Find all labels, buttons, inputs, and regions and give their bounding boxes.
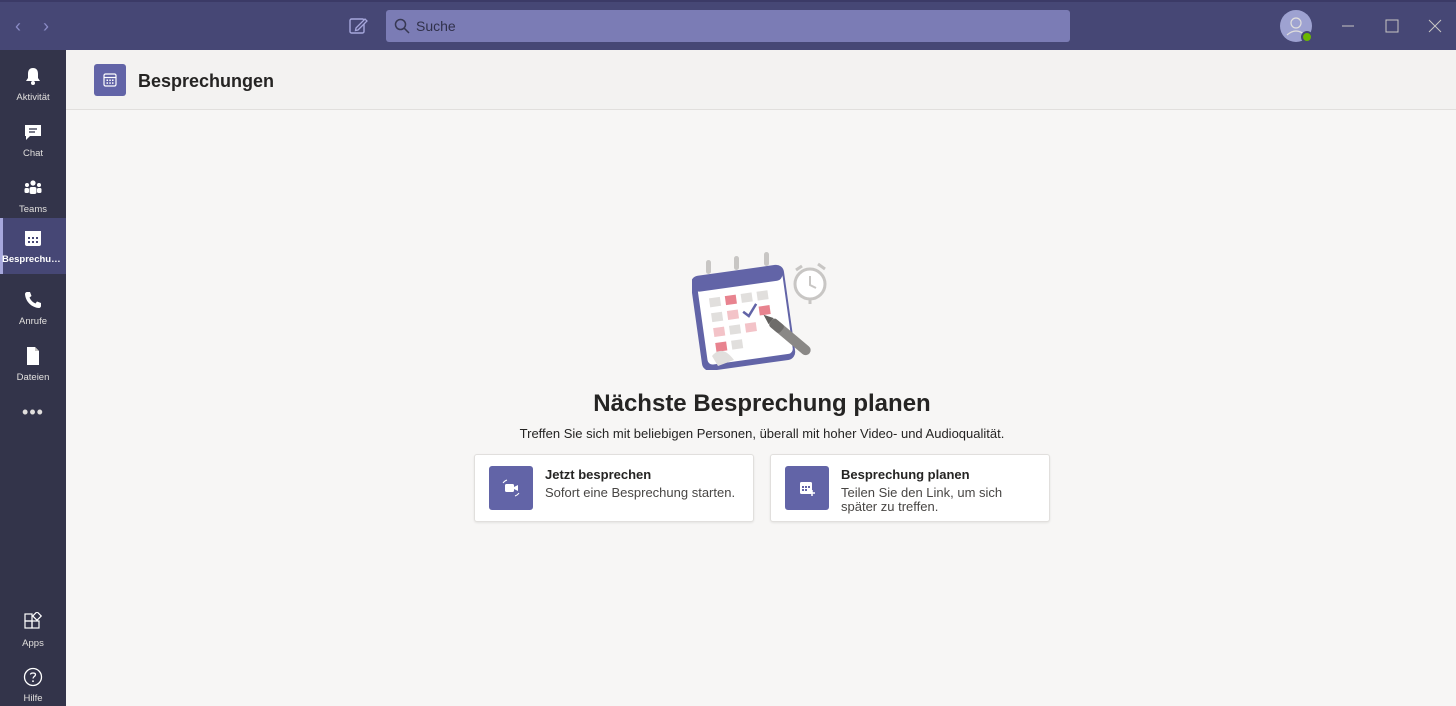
file-icon <box>27 347 39 365</box>
calendar-add-icon <box>785 466 829 510</box>
search-bar[interactable]: Suche <box>386 10 1070 42</box>
rail-item-apps[interactable]: Apps <box>0 602 66 658</box>
card-description: Sofort eine Besprechung starten. <box>545 485 736 500</box>
apps-icon <box>24 612 43 629</box>
schedule-meeting-card[interactable]: Besprechung planen Teilen Sie den Link, … <box>770 454 1050 522</box>
calendar-icon <box>25 231 41 246</box>
more-apps-icon[interactable]: ••• <box>0 402 66 426</box>
chat-icon <box>25 125 41 140</box>
minimize-icon[interactable] <box>1336 14 1360 38</box>
help-icon <box>23 667 43 687</box>
card-title: Besprechung planen <box>841 467 970 482</box>
rail-label: Besprechungen <box>2 254 66 265</box>
calendar-illustration-icon <box>692 252 827 370</box>
rail-item-hilfe[interactable]: Hilfe <box>0 657 66 706</box>
phone-icon <box>25 292 41 308</box>
page-title: Besprechungen <box>138 71 275 91</box>
rail-label: Apps <box>22 638 44 649</box>
presence-status-icon <box>1301 31 1313 43</box>
page-header: Besprechungen <box>66 50 1456 110</box>
calendar-icon <box>94 64 126 96</box>
compose-icon[interactable] <box>347 15 369 37</box>
rail-item-teams[interactable]: Teams <box>0 168 66 224</box>
back-arrow-icon[interactable]: ‹ <box>8 16 28 36</box>
forward-arrow-icon[interactable]: › <box>36 16 56 36</box>
rail-label: Aktivität <box>16 92 50 103</box>
bell-icon <box>26 68 40 85</box>
rail-item-anrufe[interactable]: Anrufe <box>0 280 66 336</box>
app-rail: Aktivität Chat Teams Besprechungen Anruf… <box>0 50 66 706</box>
title-bar: ‹ › Suche <box>0 0 1456 50</box>
empty-state-subtitle: Treffen Sie sich mit beliebigen Personen… <box>519 426 1005 441</box>
main-content: Nächste Besprechung planen Treffen Sie s… <box>66 110 1456 706</box>
meet-now-card[interactable]: Jetzt besprechen Sofort eine Besprechung… <box>474 454 754 522</box>
teams-icon <box>24 180 42 194</box>
video-icon <box>489 466 533 510</box>
card-title: Jetzt besprechen <box>545 467 652 482</box>
rail-label: Dateien <box>16 372 50 383</box>
rail-item-dateien[interactable]: Dateien <box>0 336 66 392</box>
rail-item-aktivitat[interactable]: Aktivität <box>0 56 66 112</box>
empty-state-title: Nächste Besprechung planen <box>593 390 931 417</box>
card-description: Teilen Sie den Link, um sich später zu t… <box>841 485 1003 514</box>
rail-item-besprechungen[interactable]: Besprechungen <box>0 218 66 274</box>
rail-label: Hilfe <box>23 693 43 704</box>
maximize-icon[interactable] <box>1380 14 1404 38</box>
rail-item-chat[interactable]: Chat <box>0 112 66 168</box>
rail-label: Chat <box>22 148 44 159</box>
rail-label: Anrufe <box>19 316 47 327</box>
rail-label: Teams <box>19 204 47 215</box>
close-icon[interactable] <box>1423 14 1447 38</box>
search-input[interactable]: Suche <box>416 18 456 34</box>
search-icon <box>394 18 410 34</box>
